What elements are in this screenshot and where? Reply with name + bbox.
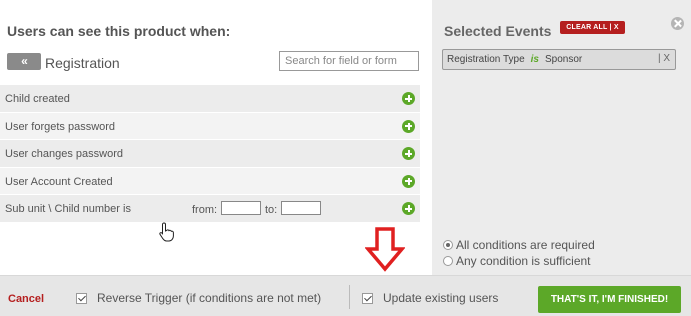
list-item: Child created [0,84,420,112]
to-input[interactable] [281,201,321,215]
radio-all[interactable] [443,240,453,250]
down-arrow-icon [365,227,405,272]
panel-title: Users can see this product when: [7,23,231,39]
update-users-label: Update existing users [383,291,499,305]
list-item: User forgets password [0,111,420,139]
radio-any[interactable] [443,256,453,266]
plus-circle-icon[interactable] [402,119,415,133]
to-label: to: [265,204,278,216]
plus-circle-icon[interactable] [402,92,415,105]
selected-events-panel: Selected Events CLEAR ALL | X Registrati… [432,0,691,275]
checkmark-icon[interactable] [76,292,87,304]
list-item-label: Child created [5,93,70,105]
back-button[interactable]: « [7,53,41,70]
conditions-panel: Users can see this product when: « Regis… [0,0,425,275]
clear-all-button[interactable]: CLEAR ALL | X [560,21,625,34]
from-input[interactable] [221,201,261,215]
reverse-trigger-label: Reverse Trigger (if conditions are not m… [97,291,322,305]
list-item-label: User changes password [5,148,124,160]
update-users-option[interactable]: Update existing users [362,291,498,305]
checkmark-icon[interactable] [362,292,373,304]
list-item-label: User forgets password [5,120,116,133]
event-operator: is [530,54,539,65]
list-item-label: Sub unit \ Child number is [5,203,131,215]
any-condition-option[interactable]: Any condition is sufficient [443,254,591,268]
hand-cursor-icon [159,222,174,242]
plus-circle-icon[interactable] [402,147,415,160]
reverse-trigger-option[interactable]: Reverse Trigger (if conditions are not m… [76,291,321,305]
list-item: Sub unit \ Child number is from: to: [0,194,420,222]
plus-circle-icon[interactable] [402,202,415,215]
breadcrumb: Registration [45,55,120,71]
event-field: Registration Type [447,54,525,65]
from-label: from: [192,204,218,216]
event-value: Sponsor [544,54,583,65]
finish-button[interactable]: THAT'S IT, I'M FINISHED! [538,286,681,313]
selected-events-title: Selected Events [444,23,552,39]
radio-label: All conditions are required [456,238,595,252]
selected-event-chip: Registration Type is Sponsor | X [442,49,676,70]
search-input[interactable] [279,51,419,71]
radio-label: Any condition is sufficient [456,254,591,268]
list-item-label: User Account Created [5,175,113,188]
cancel-link[interactable]: Cancel [8,293,44,305]
list-item: User Account Created [0,166,420,194]
list-item: User changes password [0,139,420,167]
all-conditions-option[interactable]: All conditions are required [443,238,595,252]
divider [349,285,350,309]
event-list: Child created User forgets password User… [0,84,420,222]
plus-circle-icon[interactable] [402,174,415,188]
remove-event-button[interactable]: | X [658,49,670,68]
close-circle-icon[interactable] [671,17,684,30]
footer-bar: Cancel Reverse Trigger (if conditions ar… [0,275,691,316]
